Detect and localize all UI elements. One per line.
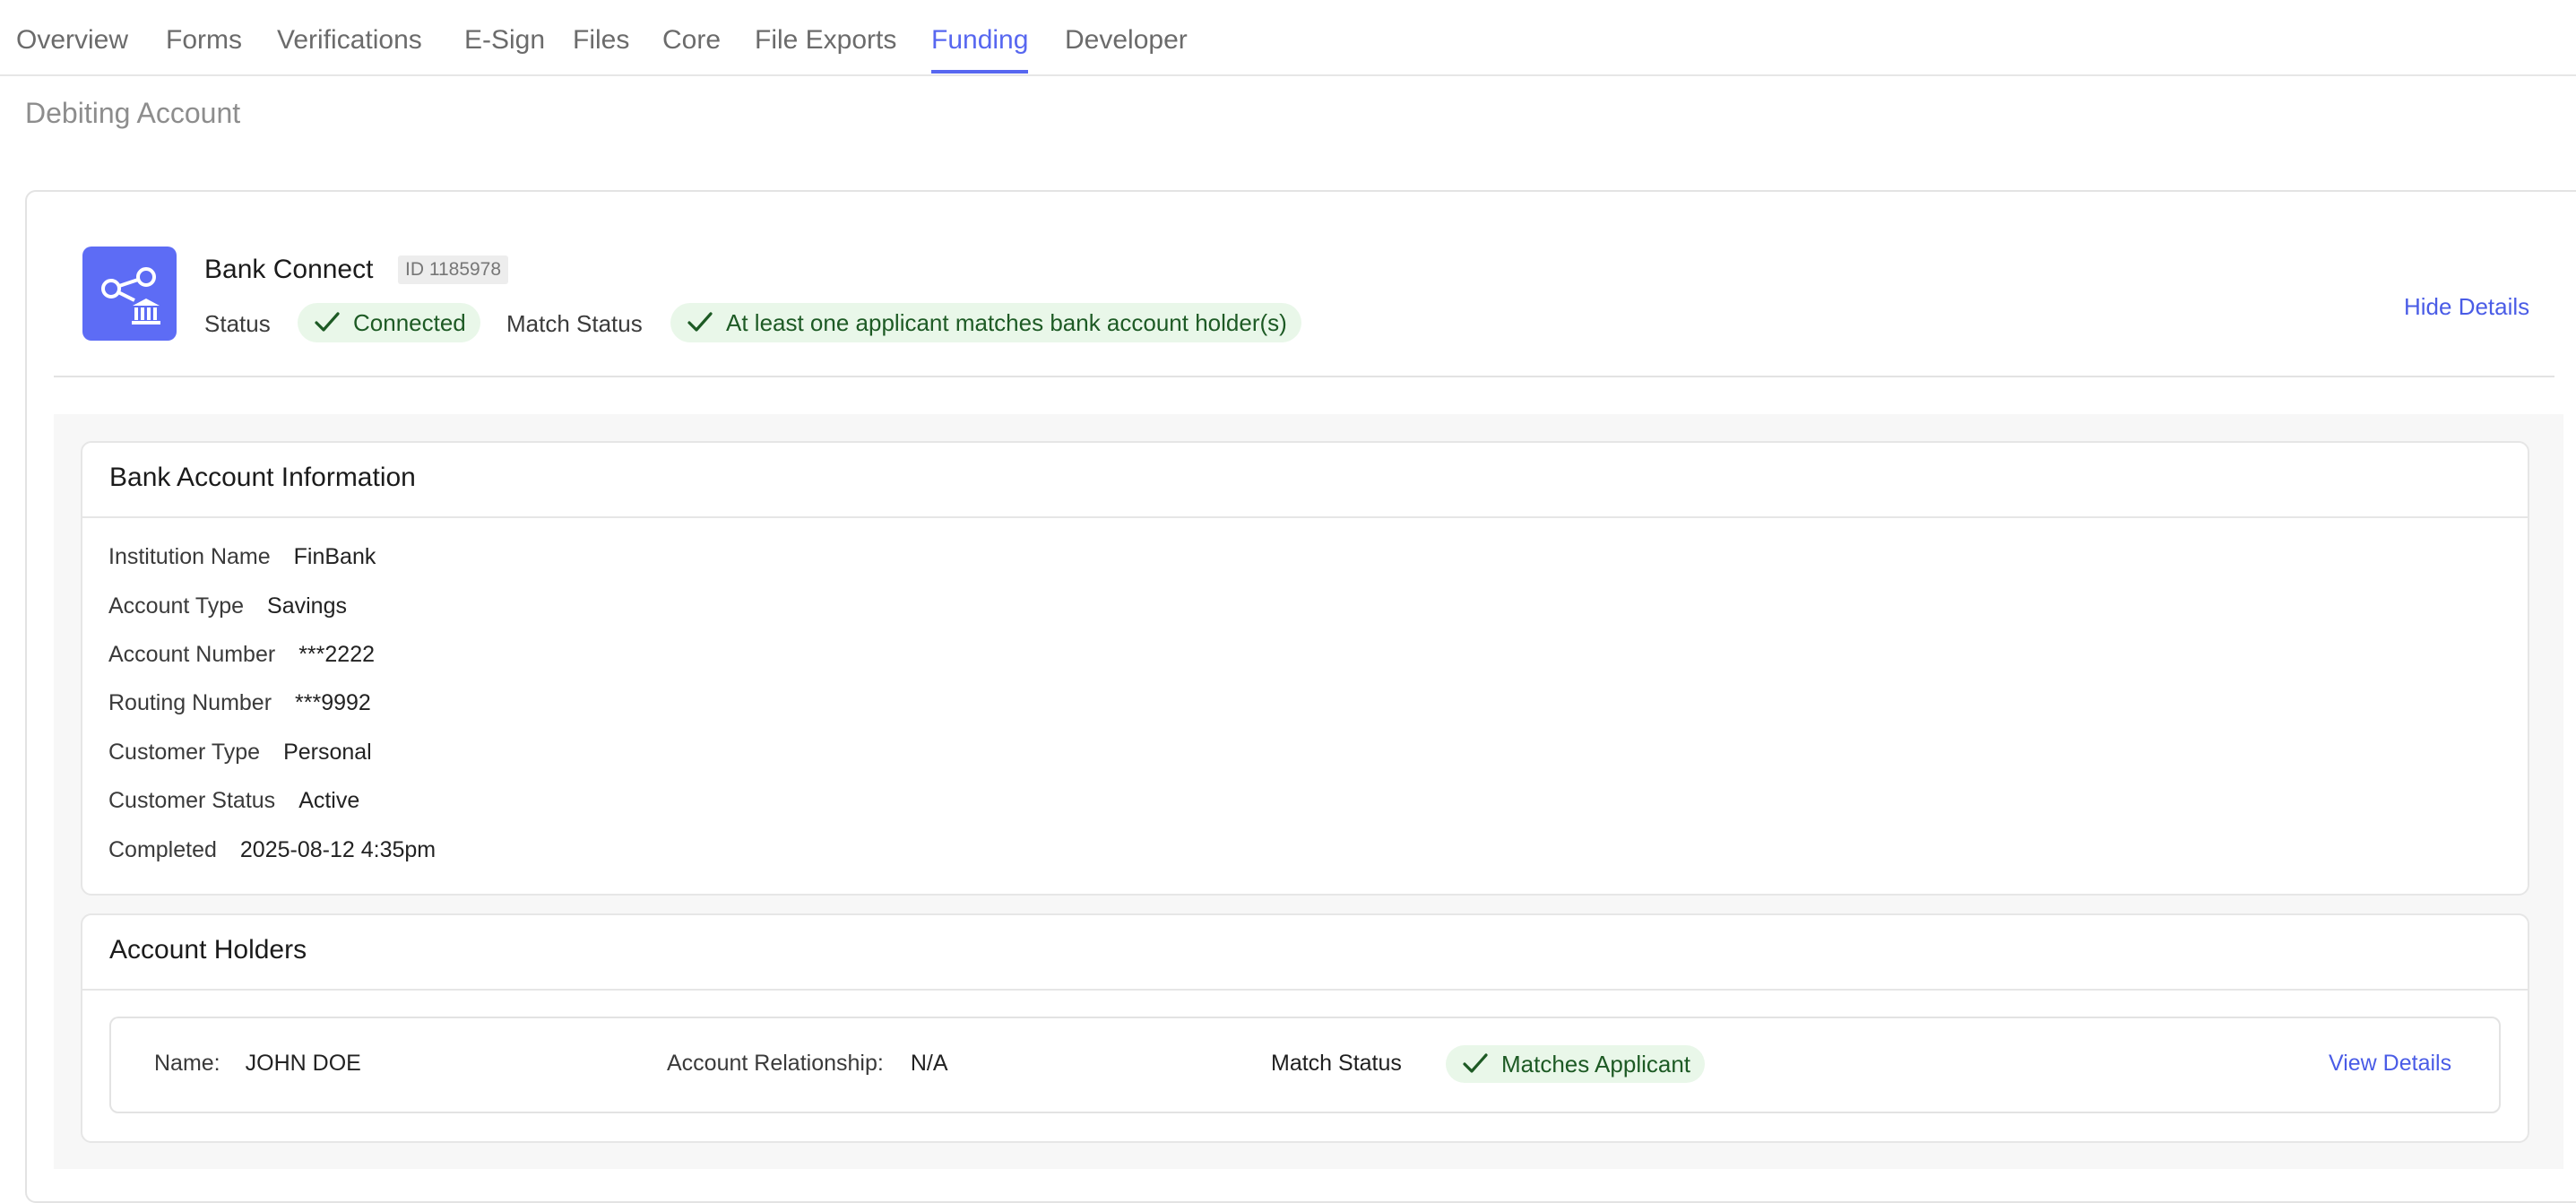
holder-relationship: Account Relationship: N/A [667,1051,948,1077]
field-completed: Completed 2025-08-12 4:35pm [108,837,436,863]
tab-file-exports[interactable]: File Exports [755,25,896,70]
tab-overview[interactable]: Overview [16,25,128,70]
status-value: Connected [353,309,466,336]
panel-title: Bank Account Information [109,463,416,492]
match-status-badge: At least one applicant matches bank acco… [670,303,1301,342]
panel-header: Bank Account Information [82,443,2528,518]
panel-title: Account Holders [109,935,307,965]
name-value: JOHN DOE [245,1051,361,1076]
field-account-number: Account Number ***2222 [108,642,375,668]
field-value: ***2222 [298,642,376,667]
tab-files[interactable]: Files [573,25,629,70]
bank-connect-icon [82,247,177,341]
bank-connect-title: Bank Connect [204,255,374,284]
field-label: Customer Status [108,788,276,813]
view-details-link[interactable]: View Details [2329,1051,2451,1077]
tab-developer[interactable]: Developer [1065,25,1188,70]
check-icon [315,312,340,332]
account-holder-row: Name: JOHN DOE Account Relationship: N/A M… [109,1017,2501,1113]
tab-funding[interactable]: Funding [931,25,1029,74]
holder-match-badge: Matches Applicant [1446,1045,1706,1083]
relationship-label: Account Relationship: [667,1051,884,1076]
bank-account-info-panel: Bank Account Information [81,441,2529,896]
tab-verifications[interactable]: Verifications [277,25,422,70]
holder-name: Name: JOHN DOE [154,1051,361,1077]
field-value: Active [298,788,360,813]
holder-match-status-label: Match Status [1271,1051,1402,1076]
tab-core[interactable]: Core [662,25,721,70]
relationship-value: N/A [910,1051,948,1076]
field-account-type: Account Type Savings [108,593,347,619]
field-label: Completed [108,837,217,862]
match-status-label: Match Status [506,310,643,337]
status-label: Status [204,310,271,337]
divider [54,376,2554,377]
field-routing-number: Routing Number ***9992 [108,690,371,716]
field-value: 2025-08-12 4:35pm [239,837,437,862]
status-badge: Connected [298,303,480,342]
section-title: Debiting Account [25,97,241,129]
tab-forms[interactable]: Forms [166,25,242,70]
field-label: Routing Number [108,690,272,715]
top-tab-bar: Overview Forms Verifications E-Sign File… [0,0,2576,76]
field-value: Savings [267,593,347,619]
panel-header: Account Holders [82,915,2528,991]
field-value: FinBank [293,544,376,569]
field-label: Account Number [108,642,276,667]
tab-e-sign[interactable]: E-Sign [464,25,545,70]
field-customer-type: Customer Type Personal [108,740,372,766]
name-label: Name: [154,1051,220,1076]
field-value: ***9992 [295,690,371,715]
field-customer-status: Customer Status Active [108,788,359,814]
field-label: Institution Name [108,544,271,569]
field-label: Account Type [108,593,245,619]
hide-details-link[interactable]: Hide Details [2404,293,2529,321]
check-icon [1463,1053,1488,1073]
holder-match-value: Matches Applicant [1501,1051,1691,1078]
id-badge: ID 1185978 [398,255,509,284]
field-label: Customer Type [108,740,261,765]
field-value: Personal [283,740,372,765]
check-icon [687,312,713,332]
match-status-value: At least one applicant matches bank acco… [726,309,1287,336]
field-institution-name: Institution Name FinBank [108,544,376,570]
